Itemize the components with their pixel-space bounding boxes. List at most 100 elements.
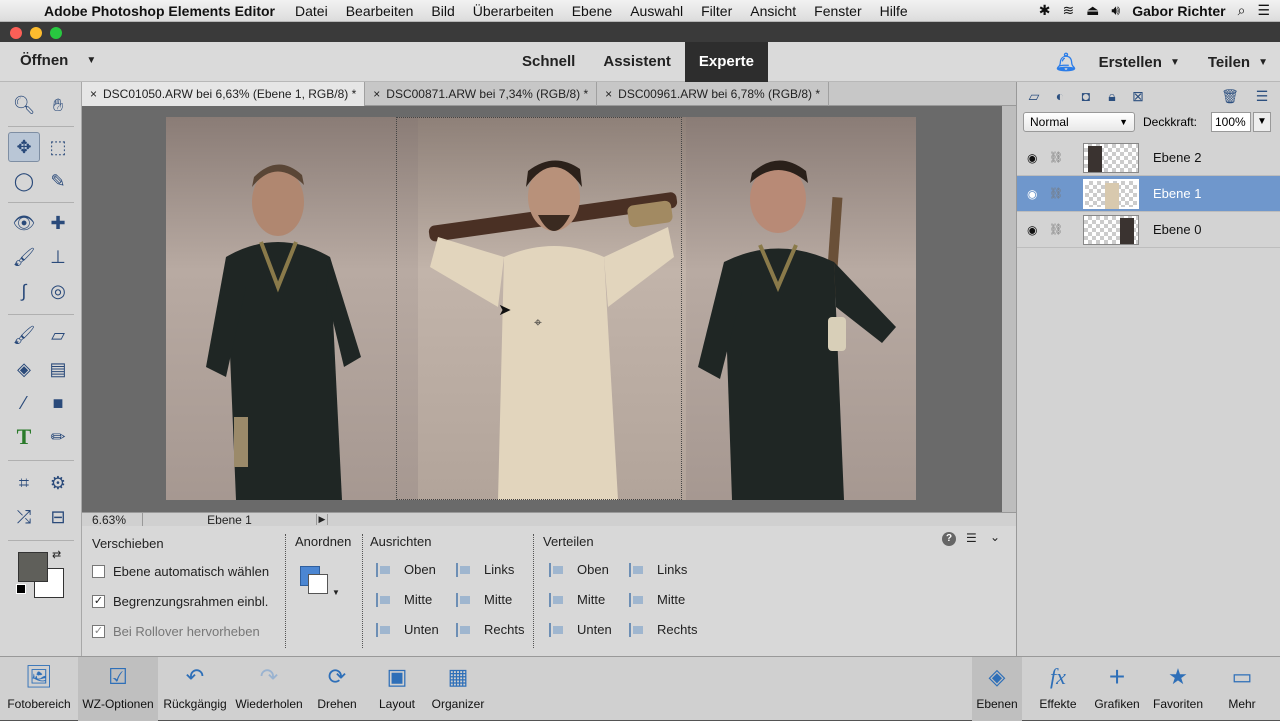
blend-mode-select[interactable]: Normal ▼	[1023, 112, 1135, 132]
distribute-right-button[interactable]: Rechts	[629, 622, 697, 637]
clone-stamp-tool-icon[interactable]: ⊥	[42, 242, 74, 272]
content-aware-move-tool-icon[interactable]: ⤮	[8, 502, 40, 532]
organizer-button[interactable]: ▦ Organizer	[428, 657, 488, 721]
checkbox-box[interactable]	[92, 565, 105, 578]
blur-tool-icon[interactable]: ∫	[8, 276, 40, 306]
gradient-tool-icon[interactable]: ▤	[42, 354, 74, 384]
help-icon[interactable]: ?	[942, 532, 956, 546]
user-name[interactable]: Gabor Richter	[1132, 3, 1225, 19]
opacity-input[interactable]: 100%	[1211, 112, 1251, 132]
foreground-color-swatch[interactable]	[18, 552, 48, 582]
close-window-button[interactable]	[10, 27, 22, 39]
options-menu-icon[interactable]: ☰	[966, 531, 977, 545]
mode-experte[interactable]: Experte	[684, 42, 768, 82]
recompose-tool-icon[interactable]: ⚙︎	[42, 468, 74, 498]
notification-list-icon[interactable]: ☰	[1257, 2, 1270, 19]
menu-bild[interactable]: Bild	[431, 3, 454, 19]
straighten-tool-icon[interactable]: ⊟	[42, 502, 74, 532]
eye-icon[interactable]: ◉	[1027, 151, 1041, 165]
sponge-tool-icon[interactable]: ◎	[42, 276, 74, 306]
distribute-top-button[interactable]: Oben	[549, 562, 609, 577]
photo-right-layer[interactable]	[686, 117, 916, 500]
app-name[interactable]: Adobe Photoshop Elements Editor	[44, 3, 275, 19]
tool-options-button[interactable]: ☑ WZ-Optionen	[78, 657, 158, 721]
volume-icon[interactable]: 🔊︎	[1111, 2, 1120, 19]
bluetooth-icon[interactable]: ✱	[1039, 2, 1051, 19]
zoom-window-button[interactable]	[50, 27, 62, 39]
eyedropper-tool-icon[interactable]: ⁄	[8, 388, 40, 418]
link-icon[interactable]: ⛓︎	[1049, 187, 1063, 200]
create-button[interactable]: Erstellen ▼	[1099, 54, 1180, 71]
mode-assistent[interactable]: Assistent	[589, 42, 685, 82]
collapse-chevron-icon[interactable]: ⌄	[990, 530, 1000, 544]
show-bounding-box-checkbox[interactable]: ✓ Begrenzungsrahmen einbl.	[92, 594, 268, 609]
menu-fenster[interactable]: Fenster	[814, 3, 861, 19]
swap-colors-icon[interactable]: ⇄	[52, 548, 61, 561]
document-canvas[interactable]: ➤ ⌖	[82, 106, 1002, 512]
align-bottom-button[interactable]: Unten	[376, 622, 439, 637]
trash-icon[interactable]: 🗑︎	[1221, 88, 1239, 104]
menu-ueberarbeiten[interactable]: Überarbeiten	[473, 3, 554, 19]
tab-dsc00871[interactable]: × DSC00871.ARW bei 7,34% (RGB/8) *	[365, 82, 598, 106]
arrange-button[interactable]: ▼	[300, 566, 340, 606]
align-middle-button[interactable]: Mitte	[376, 592, 432, 607]
align-top-button[interactable]: Oben	[376, 562, 436, 577]
spotlight-search-icon[interactable]: ⌕	[1238, 2, 1246, 19]
crop-tool-icon[interactable]: ⌗	[8, 468, 40, 498]
pencil-tool-icon[interactable]: ✏︎	[42, 422, 74, 452]
smart-brush-tool-icon[interactable]: 🖌︎	[8, 242, 40, 272]
layer-row-ebene-1[interactable]: ◉ ⛓︎ Ebene 1	[1017, 176, 1280, 212]
lock-icon[interactable]: 🔒︎	[1103, 88, 1121, 104]
photo-left-layer[interactable]	[166, 117, 418, 500]
bell-icon[interactable]: 🔔︎	[1055, 52, 1078, 72]
auto-select-layer-checkbox[interactable]: Ebene automatisch wählen	[92, 564, 269, 579]
layer-row-ebene-2[interactable]: ◉ ⛓︎ Ebene 2	[1017, 140, 1280, 176]
eject-icon[interactable]: ⏏	[1086, 2, 1099, 19]
open-button[interactable]: Öffnen ▼	[20, 52, 96, 69]
more-button[interactable]: ▭ Mehr	[1222, 657, 1262, 721]
checkbox-box[interactable]: ✓	[92, 595, 105, 608]
highlight-on-rollover-checkbox[interactable]: ✓ Bei Rollover hervorheben	[92, 624, 260, 639]
close-icon[interactable]: ×	[605, 87, 612, 101]
move-tool-icon[interactable]: ✥	[8, 132, 40, 162]
quick-selection-tool-icon[interactable]: ✎	[42, 166, 74, 196]
opacity-dropdown-icon[interactable]: ▼	[1253, 112, 1271, 132]
paint-bucket-tool-icon[interactable]: ◈	[8, 354, 40, 384]
effects-button[interactable]: fx Effekte	[1034, 657, 1082, 721]
panel-menu-icon[interactable]: ☰	[1253, 88, 1271, 104]
red-eye-tool-icon[interactable]: 👁︎	[8, 208, 40, 238]
graphics-button[interactable]: + Grafiken	[1092, 657, 1142, 721]
undo-button[interactable]: ↶ Rückgängig	[160, 657, 230, 721]
layout-button[interactable]: ▣ Layout	[374, 657, 420, 721]
zoom-tool-icon[interactable]: 🔍︎	[8, 90, 40, 120]
link-icon[interactable]: ⛓︎	[1049, 151, 1063, 164]
redo-button[interactable]: ↷ Wiederholen	[232, 657, 306, 721]
mode-schnell[interactable]: Schnell	[508, 42, 589, 82]
healing-brush-tool-icon[interactable]: ✚	[42, 208, 74, 238]
menu-hilfe[interactable]: Hilfe	[880, 3, 908, 19]
status-arrow-icon[interactable]: ▶	[316, 514, 328, 525]
tab-dsc01050[interactable]: × DSC01050.ARW bei 6,63% (Ebene 1, RGB/8)…	[82, 82, 366, 106]
align-right-button[interactable]: Rechts	[456, 622, 524, 637]
layer-row-ebene-0[interactable]: ◉ ⛓︎ Ebene 0	[1017, 212, 1280, 248]
lock-transparency-icon[interactable]: ⊠	[1129, 88, 1147, 104]
eraser-tool-icon[interactable]: ▱	[42, 320, 74, 350]
marquee-tool-icon[interactable]: ⬚	[42, 132, 74, 162]
distribute-left-button[interactable]: Links	[629, 562, 687, 577]
share-button[interactable]: Teilen ▼	[1208, 54, 1268, 71]
eye-icon[interactable]: ◉	[1027, 187, 1041, 201]
zoom-level[interactable]: 6.63%	[82, 513, 142, 527]
rotate-button[interactable]: ⟳ Drehen	[312, 657, 362, 721]
align-left-button[interactable]: Links	[456, 562, 514, 577]
link-icon[interactable]: ⛓︎	[1049, 223, 1063, 236]
layer-mask-icon[interactable]: ◘	[1077, 88, 1095, 104]
checkbox-box[interactable]: ✓	[92, 625, 105, 638]
type-tool-icon[interactable]: T	[8, 422, 40, 452]
distribute-bottom-button[interactable]: Unten	[549, 622, 612, 637]
menu-bearbeiten[interactable]: Bearbeiten	[346, 3, 414, 19]
minimize-window-button[interactable]	[30, 27, 42, 39]
brush-tool-icon[interactable]: 🖌︎	[8, 320, 40, 350]
eye-icon[interactable]: ◉	[1027, 223, 1041, 237]
hand-tool-icon[interactable]: ✋︎	[42, 90, 74, 120]
rectangle-tool-icon[interactable]: ■	[42, 388, 74, 418]
